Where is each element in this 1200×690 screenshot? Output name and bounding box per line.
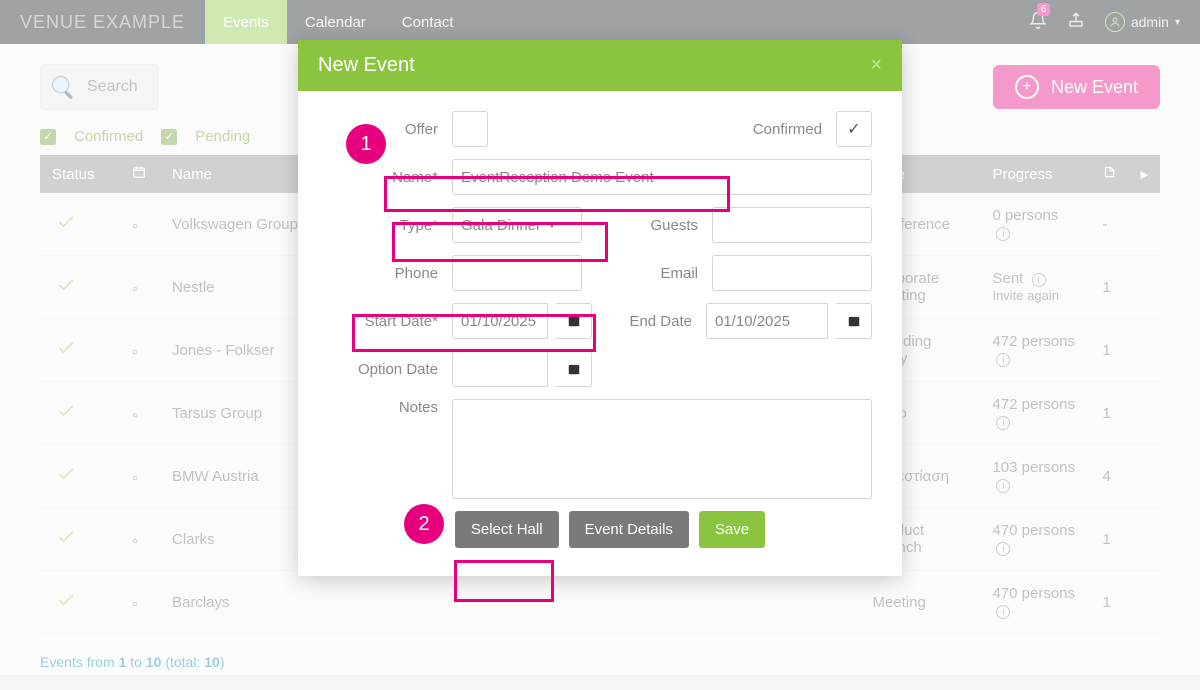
option-date-label: Option Date [348,361,444,378]
email-input[interactable] [712,255,872,291]
start-date-label: Start Date* [348,313,444,330]
option-date-input[interactable] [452,351,548,387]
type-select[interactable]: Gala Dinner ▼ [452,207,582,243]
guests-label: Guests [624,217,704,234]
modal-title: New Event [318,54,415,77]
phone-label: Phone [348,265,444,282]
phone-input[interactable] [452,255,582,291]
close-icon[interactable]: × [870,54,882,77]
email-label: Email [624,265,704,282]
end-date-label: End Date [618,313,698,330]
calendar-icon[interactable] [556,303,592,339]
guests-input[interactable] [712,207,872,243]
calendar-icon[interactable] [556,351,592,387]
select-hall-button[interactable]: Select Hall [455,511,559,548]
calendar-icon[interactable] [836,303,872,339]
offer-checkbox[interactable] [452,111,488,147]
annotation-2: 2 [404,504,444,544]
new-event-modal: New Event × Offer Confirmed ✓ Name* Type… [298,40,902,576]
name-input[interactable] [452,159,872,195]
annotation-1: 1 [346,124,386,164]
save-button[interactable]: Save [699,511,765,548]
type-label: Type* [348,217,444,234]
confirmed-checkbox-modal[interactable]: ✓ [836,111,872,147]
type-value: Gala Dinner [461,217,541,234]
notes-label: Notes [348,399,444,416]
confirmed-label: Confirmed [708,121,828,138]
start-date-input[interactable] [452,303,548,339]
end-date-input[interactable] [706,303,828,339]
name-label: Name* [348,169,444,186]
event-details-button[interactable]: Event Details [569,511,689,548]
chevron-down-icon: ▼ [547,220,557,231]
notes-textarea[interactable] [452,399,872,499]
